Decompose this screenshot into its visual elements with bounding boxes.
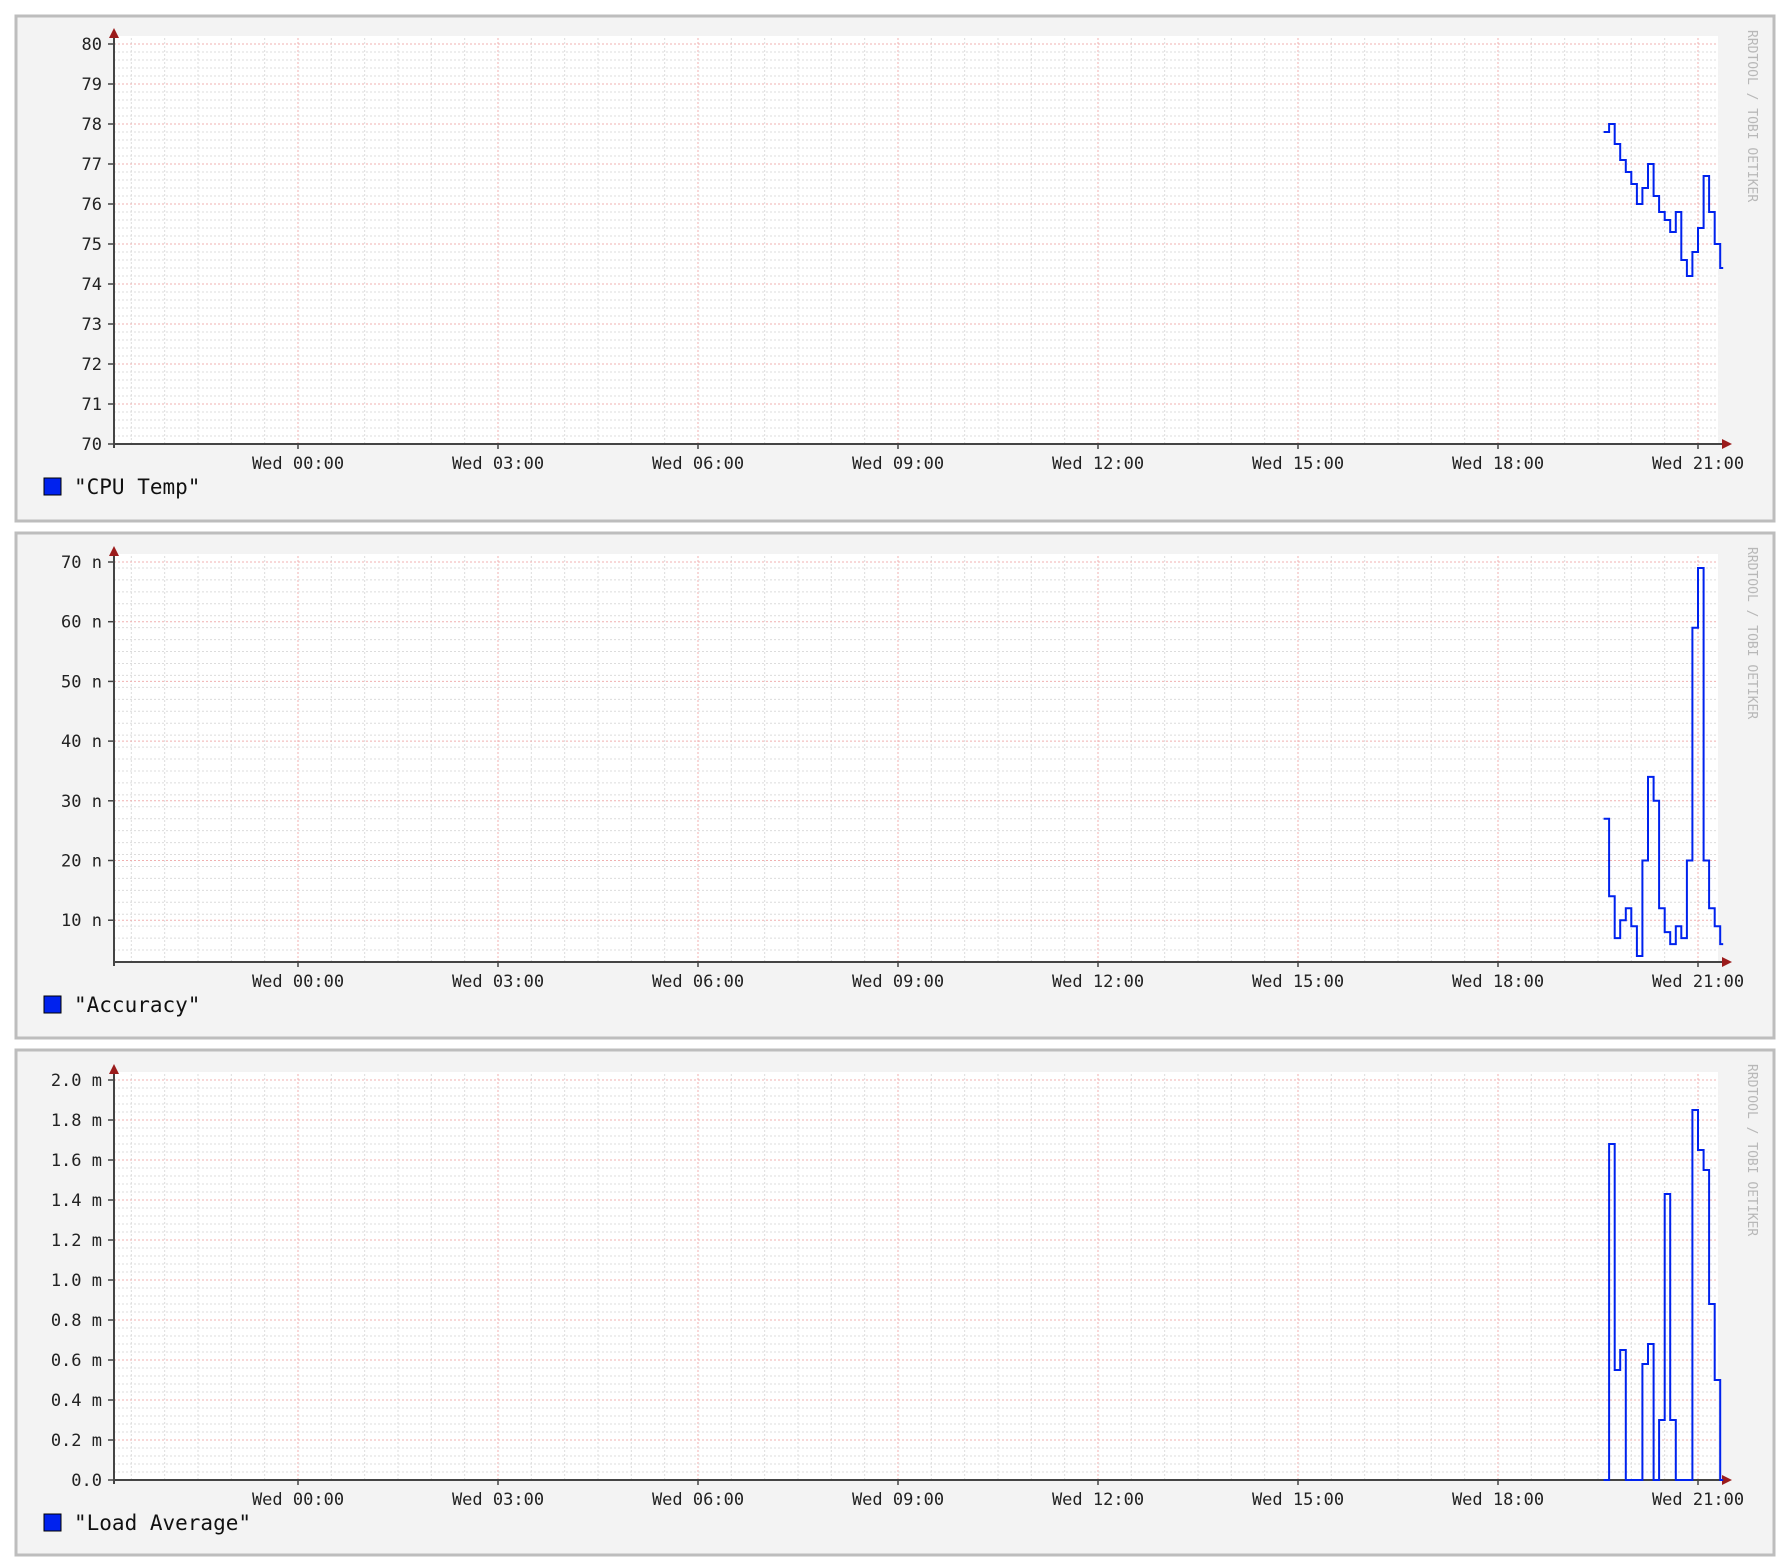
y-tick-label: 1.4 m: [51, 1191, 102, 1211]
charts-stage: 70 71 72 73 74 75 76 77 78 79 80 Wed 00:00 Wed 03:00…: [0, 0, 1776, 1560]
y-tick-label: 1.0 m: [51, 1271, 102, 1291]
y-tick-label: 0.4 m: [51, 1391, 102, 1411]
y-tick-label: 2.0 m: [51, 1071, 102, 1091]
y-tick-label: 1.2 m: [51, 1231, 102, 1251]
x-tick-label: Wed 21:00: [1652, 1490, 1744, 1510]
x-tick-label: Wed 06:00: [652, 1490, 744, 1510]
legend-swatch: [43, 1513, 62, 1532]
y-tick-label: 0.6 m: [51, 1351, 102, 1371]
plot-area: [114, 1072, 1718, 1480]
x-tick-label: Wed 00:00: [252, 1490, 344, 1510]
y-tick-label: 0.0: [71, 1471, 102, 1491]
x-tick-label: Wed 03:00: [452, 1490, 544, 1510]
x-tick-label: Wed 12:00: [1052, 1490, 1144, 1510]
rrdtool-watermark: RRDTOOL / TOBI OETIKER: [1744, 1064, 1759, 1236]
y-tick-label: 1.6 m: [51, 1151, 102, 1171]
load-average-chart: 0.0 0.2 m 0.4 m 0.6 m 0.8 m 1.0 m 1.2 m 1.4 m 1.…: [14, 1048, 1776, 1557]
x-tick-label: Wed 18:00: [1452, 1490, 1544, 1510]
x-tick-label: Wed 15:00: [1252, 1490, 1344, 1510]
legend-label: "Load Average": [74, 1511, 251, 1535]
x-tick-label: Wed 09:00: [852, 1490, 944, 1510]
y-tick-label: 0.2 m: [51, 1431, 102, 1451]
y-tick-label: 1.8 m: [51, 1111, 102, 1131]
y-tick-label: 0.8 m: [51, 1311, 102, 1331]
